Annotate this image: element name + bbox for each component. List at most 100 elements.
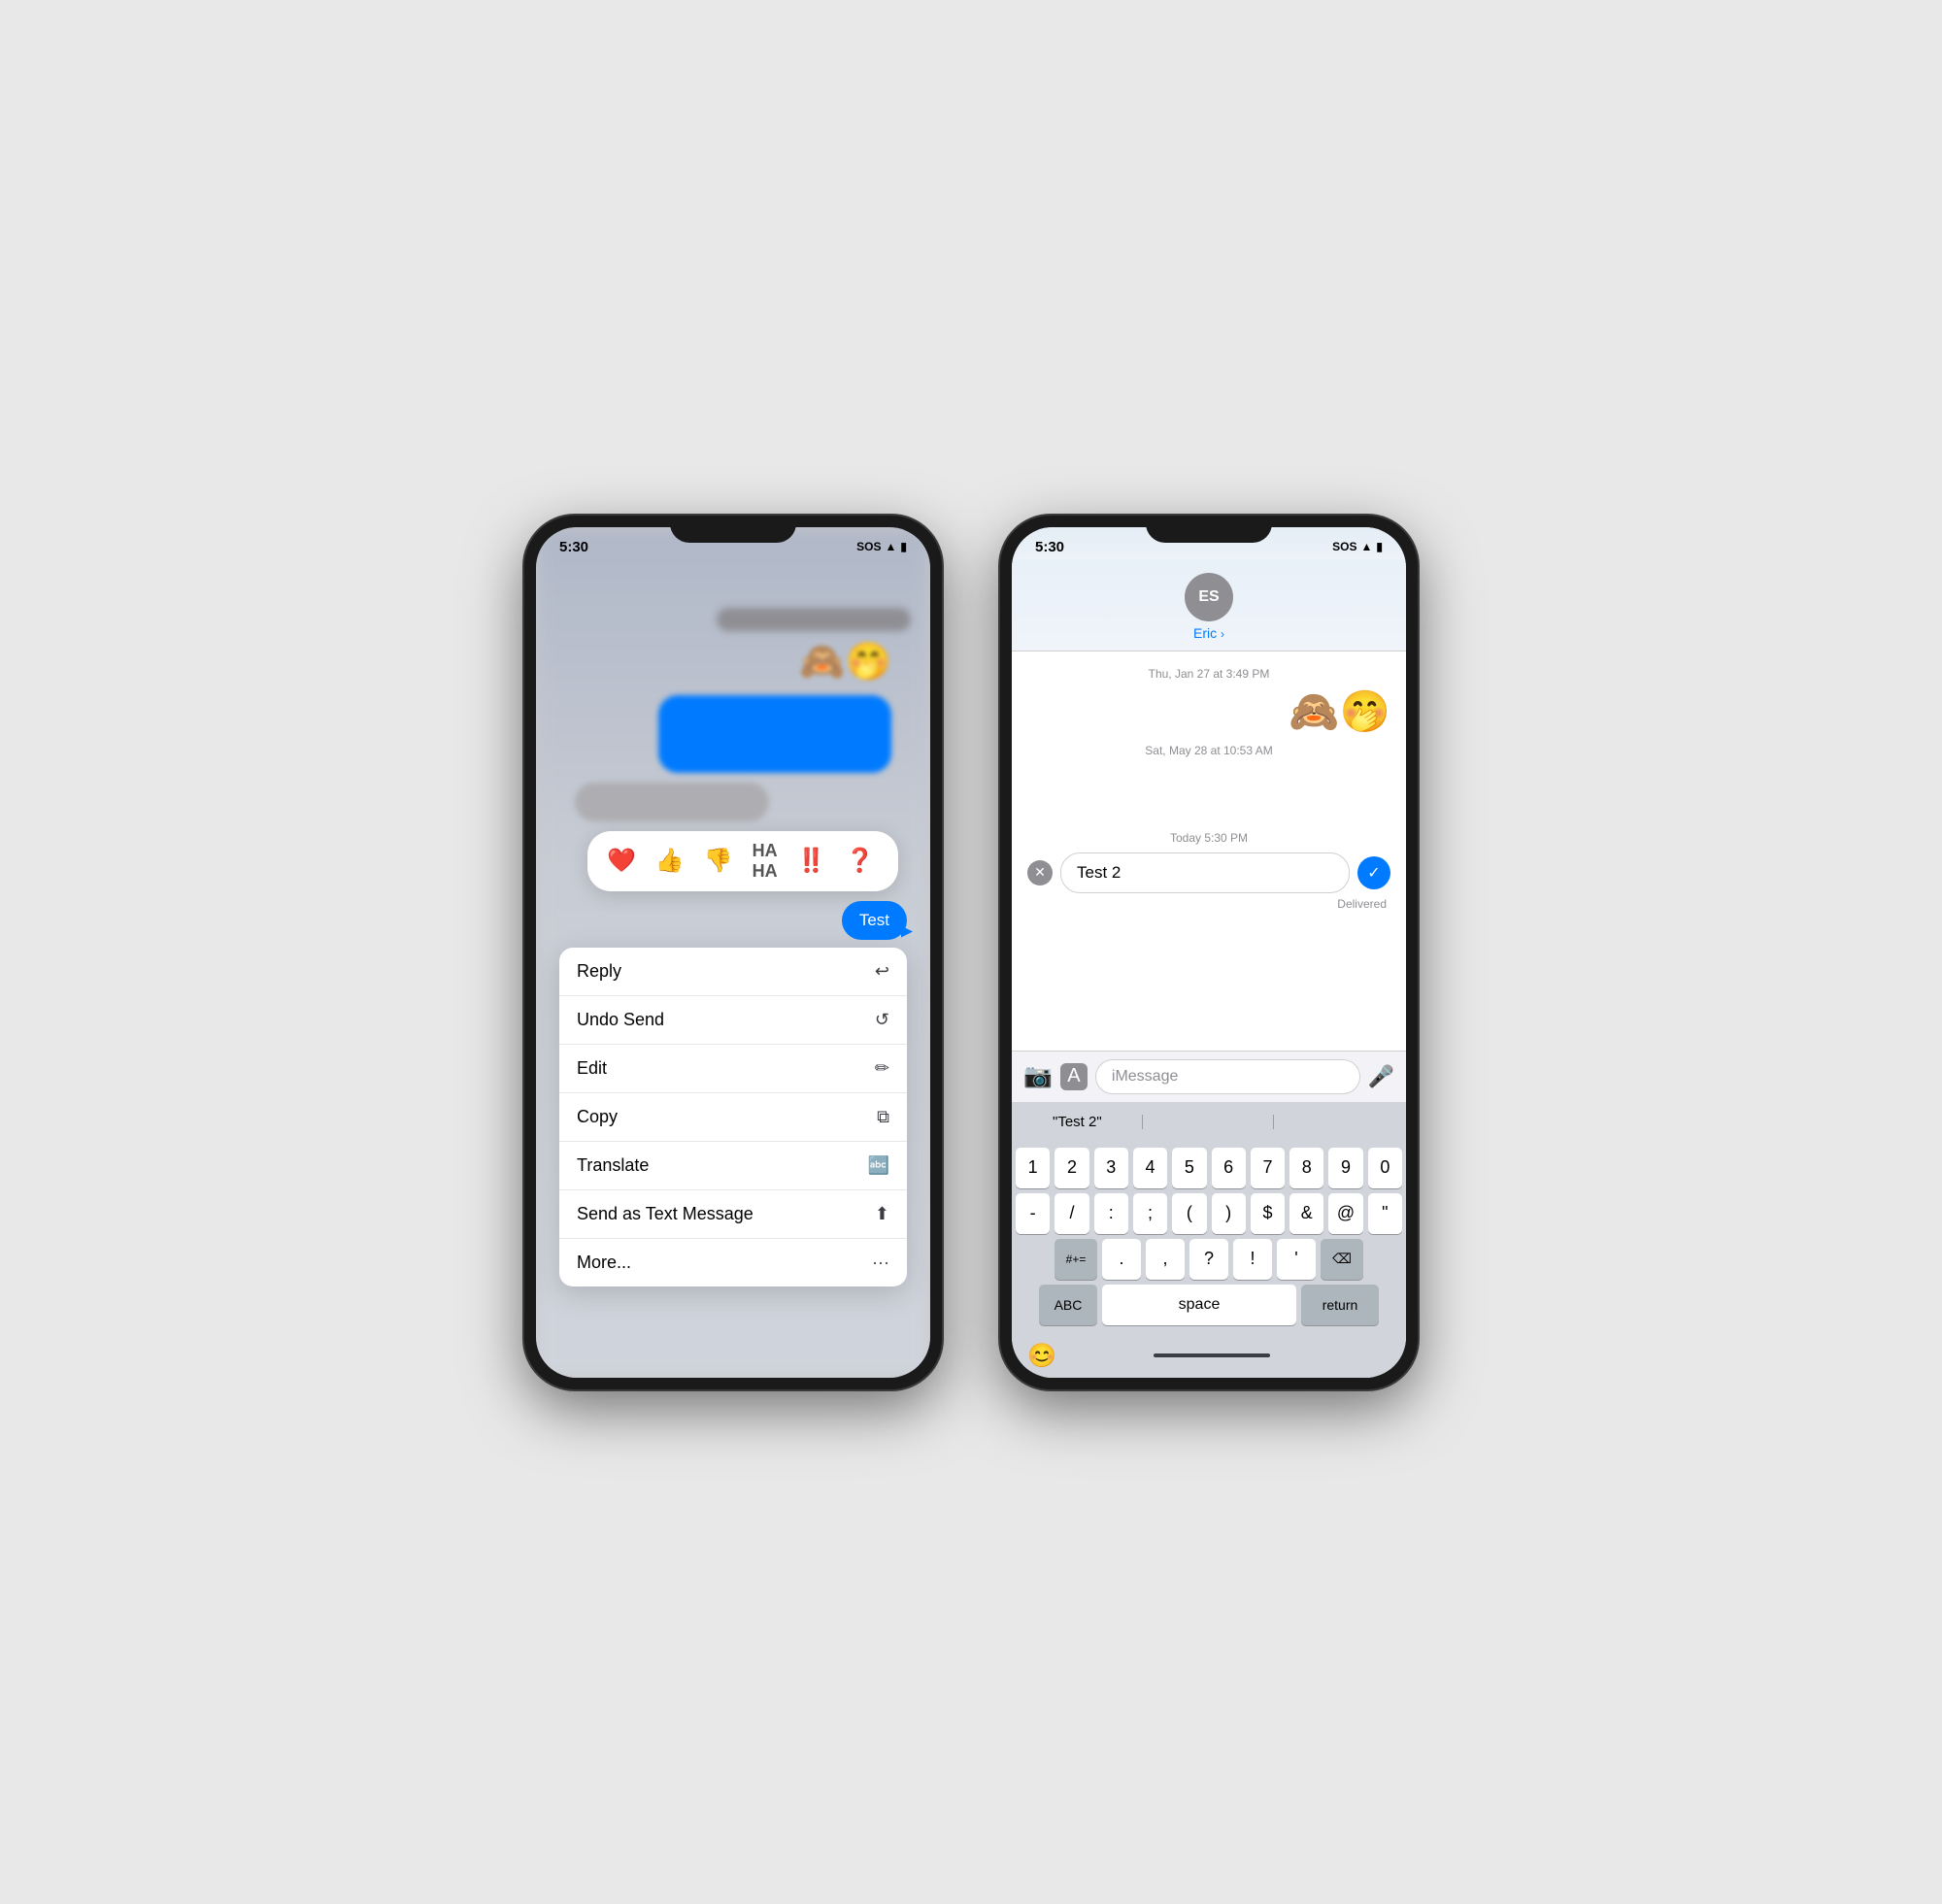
key-slash[interactable]: /: [1055, 1193, 1088, 1234]
edit-icon: ✏: [875, 1058, 889, 1079]
imessage-input[interactable]: iMessage: [1095, 1059, 1360, 1094]
gray-main-bg: [575, 783, 769, 821]
key-2[interactable]: 2: [1055, 1148, 1088, 1188]
copy-icon: ⧉: [877, 1107, 889, 1127]
key-closeparen[interactable]: ): [1212, 1193, 1246, 1234]
mic-icon[interactable]: 🎤: [1368, 1064, 1394, 1089]
key-comma[interactable]: ,: [1146, 1239, 1185, 1280]
key-apostrophe[interactable]: ': [1277, 1239, 1316, 1280]
key-exclamation[interactable]: !: [1233, 1239, 1272, 1280]
left-screen: 5:30 SOS ▲ ▮ 🙈🤭: [536, 527, 930, 1378]
emoji-row-bg: 🙈🤭: [555, 641, 911, 684]
reaction-thumbsdown[interactable]: 👎: [704, 847, 733, 875]
reaction-thumbsup[interactable]: 👍: [655, 847, 685, 875]
contact-name[interactable]: Eric ›: [1012, 625, 1406, 641]
message-row: ✕ Test 2 ✓: [1027, 852, 1390, 893]
avatar-initials: ES: [1198, 588, 1219, 606]
menu-item-reply[interactable]: Reply ↩: [559, 948, 907, 996]
key-3[interactable]: 3: [1094, 1148, 1128, 1188]
right-phone: 5:30 SOS ▲ ▮ ES Eric ›: [1000, 516, 1418, 1389]
key-4[interactable]: 4: [1133, 1148, 1167, 1188]
status-icons-left: SOS ▲ ▮: [856, 540, 907, 553]
undo-send-icon: ↺: [875, 1010, 889, 1030]
key-abc[interactable]: ABC: [1039, 1285, 1097, 1325]
notch-right: [1146, 516, 1272, 543]
sos-label-left: SOS: [856, 540, 881, 553]
blue-bubble-bg: [555, 695, 911, 773]
time-right: 5:30: [1035, 539, 1064, 555]
key-dollar[interactable]: $: [1251, 1193, 1285, 1234]
cancel-button[interactable]: ✕: [1027, 860, 1053, 885]
wifi-icon-right: ▲: [1361, 540, 1373, 553]
menu-label-more: More...: [577, 1253, 631, 1273]
menu-label-translate: Translate: [577, 1155, 649, 1176]
key-return[interactable]: return: [1301, 1285, 1379, 1325]
messages-content: Thu, Jan 27 at 3:49 PM 🙈🤭 Sat, May 28 at…: [1012, 651, 1406, 919]
reaction-haha[interactable]: HAHA: [753, 841, 778, 882]
key-colon[interactable]: :: [1094, 1193, 1128, 1234]
translate-icon: 🔤: [868, 1155, 889, 1176]
camera-icon[interactable]: 📷: [1023, 1062, 1053, 1090]
keyboard-row-4: ABC space return: [1016, 1285, 1402, 1325]
emoji-keyboard-button[interactable]: 😊: [1027, 1342, 1056, 1370]
bg-bubble-1: [717, 608, 911, 631]
key-8[interactable]: 8: [1289, 1148, 1323, 1188]
key-6[interactable]: 6: [1212, 1148, 1246, 1188]
send-button[interactable]: ✓: [1357, 856, 1390, 889]
reaction-question[interactable]: ❓: [846, 847, 875, 875]
keyboard-row-1: 1 2 3 4 5 6 7 8 9 0: [1016, 1148, 1402, 1188]
context-menu: Reply ↩ Undo Send ↺ Edit ✏ Copy ⧉ Transl…: [559, 948, 907, 1286]
messages-scroll: Thu, Jan 27 at 3:49 PM 🙈🤭 Sat, May 28 at…: [1012, 651, 1406, 1051]
menu-label-edit: Edit: [577, 1058, 607, 1079]
key-7[interactable]: 7: [1251, 1148, 1285, 1188]
apps-icon[interactable]: A: [1060, 1063, 1088, 1090]
notch-left: [670, 516, 796, 543]
menu-item-copy[interactable]: Copy ⧉: [559, 1093, 907, 1142]
autocomplete-item-1[interactable]: "Test 2": [1012, 1110, 1143, 1134]
keyboard: 1 2 3 4 5 6 7 8 9 0 - / : ; (: [1012, 1142, 1406, 1334]
reaction-heart[interactable]: ❤️: [607, 847, 636, 875]
status-icons-right: SOS ▲ ▮: [1332, 540, 1383, 553]
right-screen: 5:30 SOS ▲ ▮ ES Eric ›: [1012, 527, 1406, 1378]
bg-msg-1: [555, 608, 911, 631]
key-question[interactable]: ?: [1189, 1239, 1228, 1280]
delete-key[interactable]: ⌫: [1321, 1239, 1363, 1280]
key-openparen[interactable]: (: [1172, 1193, 1206, 1234]
key-numpad-toggle[interactable]: #+=: [1055, 1239, 1097, 1280]
message-bubble[interactable]: Test 2: [1060, 852, 1350, 893]
left-content: 5:30 SOS ▲ ▮ 🙈🤭: [536, 527, 930, 1378]
key-space[interactable]: space: [1102, 1285, 1296, 1325]
key-dash[interactable]: -: [1016, 1193, 1050, 1234]
avatar: ES: [1185, 573, 1233, 621]
key-1[interactable]: 1: [1016, 1148, 1050, 1188]
key-semicolon[interactable]: ;: [1133, 1193, 1167, 1234]
key-0[interactable]: 0: [1368, 1148, 1402, 1188]
key-period[interactable]: .: [1102, 1239, 1141, 1280]
home-indicator: [1154, 1353, 1270, 1357]
menu-item-edit[interactable]: Edit ✏: [559, 1045, 907, 1093]
bottom-bar: 😊: [1012, 1334, 1406, 1378]
test-bubble[interactable]: Test: [842, 901, 907, 940]
contact-chevron: ›: [1221, 627, 1224, 641]
menu-item-more[interactable]: More... ···: [559, 1239, 907, 1286]
timestamp-1: Thu, Jan 27 at 3:49 PM: [1027, 667, 1390, 681]
more-icon: ···: [872, 1253, 889, 1273]
menu-item-translate[interactable]: Translate 🔤: [559, 1142, 907, 1190]
reply-icon: ↩: [875, 961, 889, 982]
left-phone: 5:30 SOS ▲ ▮ 🙈🤭: [524, 516, 942, 1389]
key-at[interactable]: @: [1328, 1193, 1362, 1234]
key-quote[interactable]: ": [1368, 1193, 1402, 1234]
menu-item-send-text[interactable]: Send as Text Message ⬆: [559, 1190, 907, 1239]
key-9[interactable]: 9: [1328, 1148, 1362, 1188]
menu-item-undo-send[interactable]: Undo Send ↺: [559, 996, 907, 1045]
blue-main-bg: [658, 695, 891, 773]
autocomplete-bar: "Test 2": [1012, 1102, 1406, 1142]
keyboard-row-3: #+= . , ? ! ' ⌫: [1016, 1239, 1402, 1280]
keyboard-row-2: - / : ; ( ) $ & @ ": [1016, 1193, 1402, 1234]
menu-label-send-text: Send as Text Message: [577, 1204, 753, 1224]
key-ampersand[interactable]: &: [1289, 1193, 1323, 1234]
reaction-exclaim[interactable]: ‼️: [797, 847, 826, 875]
background-messages: 🙈🤭: [536, 559, 930, 821]
key-5[interactable]: 5: [1172, 1148, 1206, 1188]
menu-label-undo-send: Undo Send: [577, 1010, 664, 1030]
